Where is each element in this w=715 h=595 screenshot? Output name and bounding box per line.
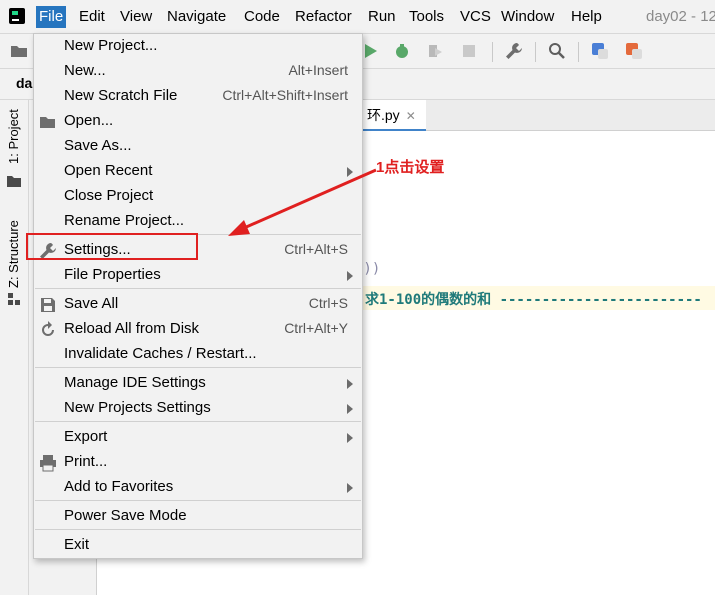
shortcut-label: Alt+Insert (288, 62, 348, 78)
window-title: day02 - 12 (646, 8, 715, 25)
tab-python-file[interactable]: 环.py ✕ (357, 100, 426, 132)
menu-tools[interactable]: Tools (406, 6, 447, 28)
reload-icon (42, 321, 54, 336)
search-icon[interactable] (548, 42, 566, 60)
menu-item-label: Save As... (64, 137, 132, 154)
menu-item-save-all[interactable]: Save All Ctrl+S (34, 292, 362, 317)
menu-item-reload[interactable]: Reload All from Disk Ctrl+Alt+Y (34, 317, 362, 342)
menu-item-new-scratch-file[interactable]: New Scratch File Ctrl+Alt+Shift+Insert (34, 84, 362, 109)
submenu-arrow-icon (347, 433, 353, 443)
pycharm-logo-icon (9, 8, 25, 24)
code-comment-line: 求1-100的偶数的和 ------------------------ (365, 292, 702, 308)
shortcut-label: Ctrl+S (308, 295, 348, 311)
menu-refactor[interactable]: Refactor (292, 6, 355, 28)
menu-item-label: Exit (64, 536, 90, 553)
menu-item-close-project[interactable]: Close Project (34, 184, 362, 209)
menu-item-file-properties[interactable]: File Properties (34, 263, 362, 288)
shortcut-label: Ctrl+Alt+Y (284, 320, 348, 336)
menu-item-save-as[interactable]: Save As... (34, 134, 362, 159)
menu-item-label: Reload All from Disk (64, 320, 200, 337)
file-menu-dropdown: New Project... New... Alt+Insert New Scr… (33, 33, 363, 559)
menu-file[interactable]: File (36, 6, 67, 28)
tab-structure[interactable]: Z: Structure (6, 220, 21, 288)
translate-replace-icon[interactable] (625, 42, 643, 60)
open-folder-icon (40, 117, 55, 128)
menu-item-label: Add to Favorites (64, 478, 174, 495)
menu-item-label: New Project... (64, 37, 158, 54)
menu-item-export[interactable]: Export (34, 425, 362, 450)
menu-bar: File Edit View Navigate Code Refactor Ru… (0, 0, 715, 34)
translate-icon[interactable] (591, 42, 609, 60)
menu-item-exit[interactable]: Exit (34, 533, 362, 558)
menu-view[interactable]: View (117, 6, 155, 28)
menu-help[interactable]: Help (568, 6, 605, 28)
menu-window[interactable]: Window (498, 6, 557, 28)
menu-item-print[interactable]: Print... (34, 450, 362, 475)
menu-item-label: Open Recent (64, 162, 153, 179)
submenu-arrow-icon (347, 379, 353, 389)
menu-item-label: Invalidate Caches / Restart... (64, 345, 257, 362)
shortcut-label: Ctrl+Alt+S (284, 241, 348, 257)
settings-wrench-icon[interactable] (505, 42, 523, 60)
submenu-arrow-icon (347, 167, 353, 177)
menu-item-power-save-mode[interactable]: Power Save Mode (34, 504, 362, 529)
close-tab-icon[interactable]: ✕ (406, 109, 416, 123)
breadcrumb-project[interactable]: da (16, 75, 32, 91)
settings-highlight-box (26, 233, 198, 260)
run-icon[interactable] (361, 42, 379, 60)
menu-item-label: New Scratch File (64, 87, 178, 104)
menu-item-label: Power Save Mode (64, 507, 187, 524)
menu-item-label: File Properties (64, 266, 161, 283)
menu-item-label: Manage IDE Settings (64, 374, 206, 391)
menu-item-invalidate-caches[interactable]: Invalidate Caches / Restart... (34, 342, 362, 367)
menu-run[interactable]: Run (365, 6, 399, 28)
menu-item-manage-ide-settings[interactable]: Manage IDE Settings (34, 371, 362, 396)
project-folder-icon (7, 176, 21, 187)
menu-item-label: Rename Project... (64, 212, 185, 229)
menu-vcs[interactable]: VCS (457, 6, 494, 28)
toolbar-separator (492, 42, 493, 62)
tab-label: 环.py (367, 107, 400, 123)
structure-icon (8, 293, 20, 305)
menu-edit[interactable]: Edit (76, 6, 108, 28)
menu-item-new-project[interactable]: New Project... (34, 34, 362, 59)
submenu-arrow-icon (347, 271, 353, 281)
menu-separator (35, 421, 361, 422)
menu-separator (35, 288, 361, 289)
menu-item-label: Close Project (64, 187, 154, 204)
menu-item-label: Save All (64, 295, 119, 312)
open-folder-icon[interactable] (10, 42, 28, 60)
menu-separator (35, 367, 361, 368)
toolbar-separator (578, 42, 579, 62)
submenu-arrow-icon (347, 483, 353, 493)
save-icon (41, 298, 55, 312)
menu-item-new[interactable]: New... Alt+Insert (34, 59, 362, 84)
menu-code[interactable]: Code (241, 6, 283, 28)
submenu-arrow-icon (347, 404, 353, 414)
menu-item-open[interactable]: Open... (34, 109, 362, 134)
menu-item-label: Open... (64, 112, 114, 129)
printer-icon (40, 455, 56, 472)
menu-item-add-to-favorites[interactable]: Add to Favorites (34, 475, 362, 500)
run-coverage-icon[interactable] (426, 42, 444, 60)
menu-item-label: New Projects Settings (64, 399, 211, 416)
left-tool-strip: 1: Project Z: Structure (0, 100, 29, 595)
menu-separator (35, 529, 361, 530)
menu-item-open-recent[interactable]: Open Recent (34, 159, 362, 184)
menu-item-label: Print... (64, 453, 108, 470)
menu-navigate[interactable]: Navigate (164, 6, 229, 28)
annotation-label: 1点击设置 (376, 159, 445, 176)
toolbar-separator (535, 42, 536, 62)
menu-item-rename-project[interactable]: Rename Project... (34, 209, 362, 234)
stop-icon[interactable] (460, 42, 478, 60)
menu-separator (35, 500, 361, 501)
menu-item-label: New... (64, 62, 106, 79)
menu-item-label: Export (64, 428, 108, 445)
shortcut-label: Ctrl+Alt+Shift+Insert (222, 87, 348, 103)
tab-project[interactable]: 1: Project (6, 109, 21, 164)
debug-icon[interactable] (393, 42, 411, 60)
menu-item-new-projects-settings[interactable]: New Projects Settings (34, 396, 362, 421)
